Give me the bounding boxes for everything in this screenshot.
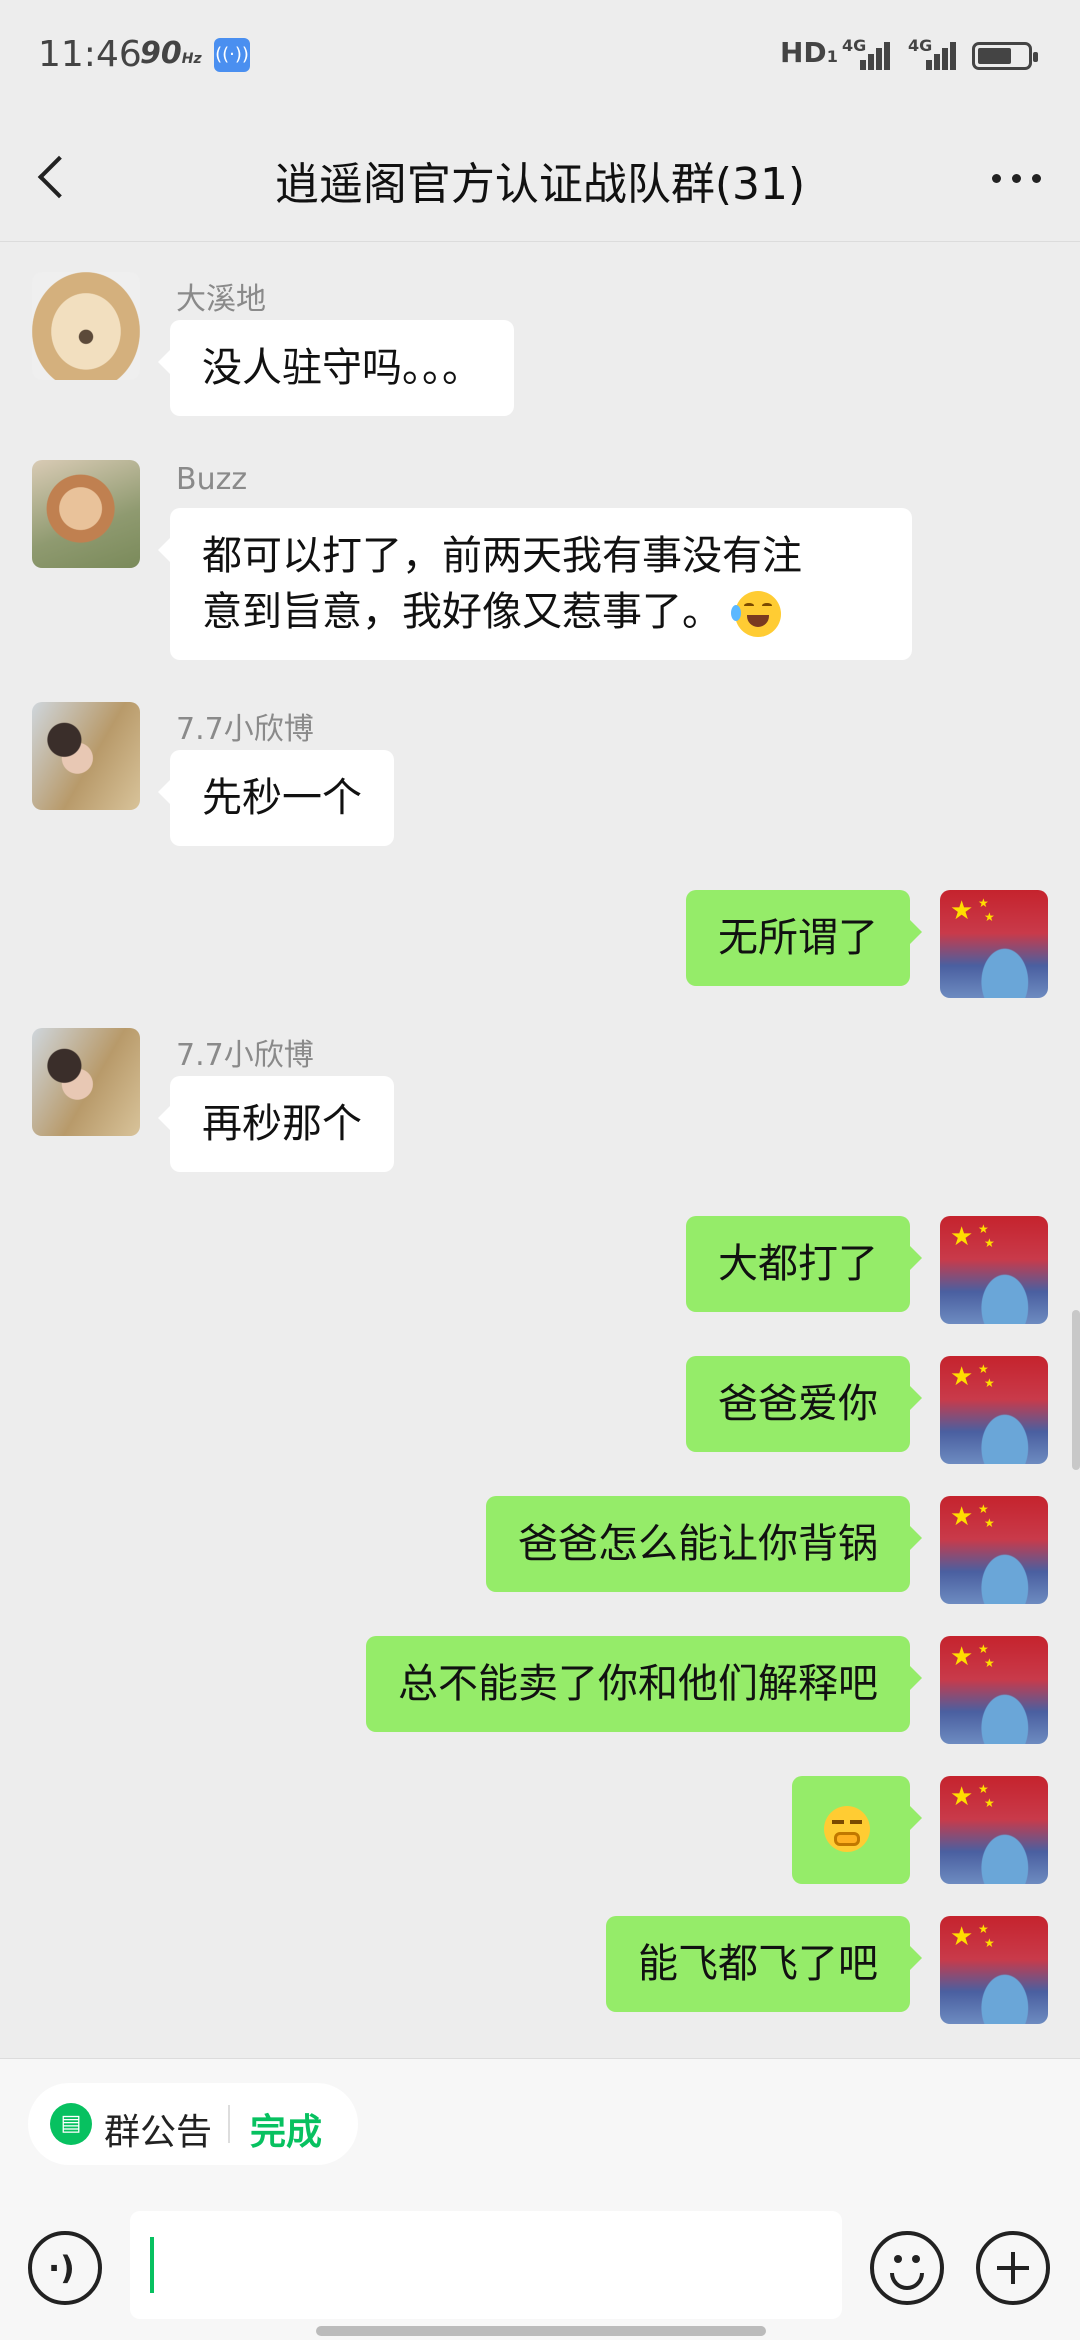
hd-voice-indicator: HD1 [780,36,838,69]
message-bubble[interactable]: 都可以打了，前两天我有事没有注 意到旨意，我好像又惹事了。 [158,508,912,660]
signal-icon-1: 4G [842,36,890,70]
bottom-panel: ▤ 群公告 完成 ·) [0,2058,1080,2340]
group-notice-chip[interactable]: ▤ 群公告 完成 [28,2083,358,2165]
sender-name: Buzz [176,462,248,497]
more-options-icon[interactable] [986,162,1046,192]
voice-input-icon[interactable]: ·) [28,2231,102,2305]
divider [228,2105,230,2143]
baby-avatar[interactable] [32,1028,140,1136]
message-bubble[interactable]: 爸爸怎么能让你背锅 [486,1496,922,1592]
chat-scrollbar[interactable] [1072,1310,1080,1470]
flag-avatar[interactable]: ★ ★ ★ [940,1216,1048,1324]
message-bubble[interactable]: 先秒一个 [158,750,394,846]
message-text-line: 意到旨意，我好像又惹事了。 [202,584,880,640]
home-indicator[interactable] [316,2326,766,2336]
message-bubble[interactable]: 无所谓了 [686,890,922,986]
refresh-rate-value: 90 [140,36,182,71]
status-time: 11:46 [38,34,142,75]
message-text: 意到旨意，我好像又惹事了。 [202,589,722,635]
dog-avatar[interactable] [32,272,140,380]
status-bar: 11:46 90Hz ((·)) HD1 4G 4G [0,0,1080,112]
flag-avatar[interactable]: ★ ★ ★ [940,1916,1048,2024]
refresh-rate: 90Hz [140,36,202,71]
sender-name: 大溪地 [176,282,266,317]
hotspot-icon: ((·)) [214,38,250,72]
message-bubble[interactable]: 能飞都飞了吧 [606,1916,922,2012]
message-bubble[interactable]: 再秒那个 [158,1076,394,1172]
flag-avatar[interactable]: ★ ★ ★ [940,1356,1048,1464]
emoji-picker-icon[interactable] [870,2231,944,2305]
flag-avatar[interactable]: ★ ★ ★ [940,1636,1048,1744]
message-bubble[interactable]: 没人驻守吗。。。 [158,320,514,416]
message-bubble[interactable]: 爸爸爱你 [686,1356,922,1452]
group-notice-label: 群公告 [104,2112,213,2153]
battery-icon [972,42,1038,70]
flag-avatar[interactable]: ★ ★ ★ [940,1496,1048,1604]
network-type-1: 4G [842,36,867,55]
message-text-line: 都可以打了，前两天我有事没有注 [202,533,802,579]
message-bubble[interactable]: 总不能卖了你和他们解释吧 [366,1636,922,1732]
sender-name: 7.7小欣博 [176,712,314,747]
flag-avatar[interactable]: ★ ★ ★ [940,1776,1048,1884]
refresh-rate-unit: Hz [181,51,202,67]
laughing-crying-emoji-icon [730,591,781,637]
sender-name: 7.7小欣博 [176,1038,314,1073]
done-button[interactable]: 完成 [250,2103,322,2155]
chat-title: 逍遥阁官方认证战队群(31) [274,159,806,210]
message-bubble[interactable] [792,1776,922,1884]
hd-sub: 1 [826,47,838,66]
shiba-avatar[interactable] [32,460,140,568]
flag-avatar[interactable]: ★ ★ ★ [940,890,1048,998]
baby-avatar[interactable] [32,702,140,810]
smirk-emoji-icon [824,1805,870,1852]
network-type-2: 4G [908,36,933,55]
text-caret [150,2237,154,2293]
plus-more-icon[interactable] [976,2231,1050,2305]
message-input[interactable] [130,2211,842,2319]
message-bubble[interactable]: 大都打了 [686,1216,922,1312]
chat-header: 逍遥阁官方认证战队群(31) [0,112,1080,242]
notice-icon: ▤ [50,2103,92,2145]
signal-icon-2: 4G [908,36,956,70]
hd-label: HD [780,36,827,69]
